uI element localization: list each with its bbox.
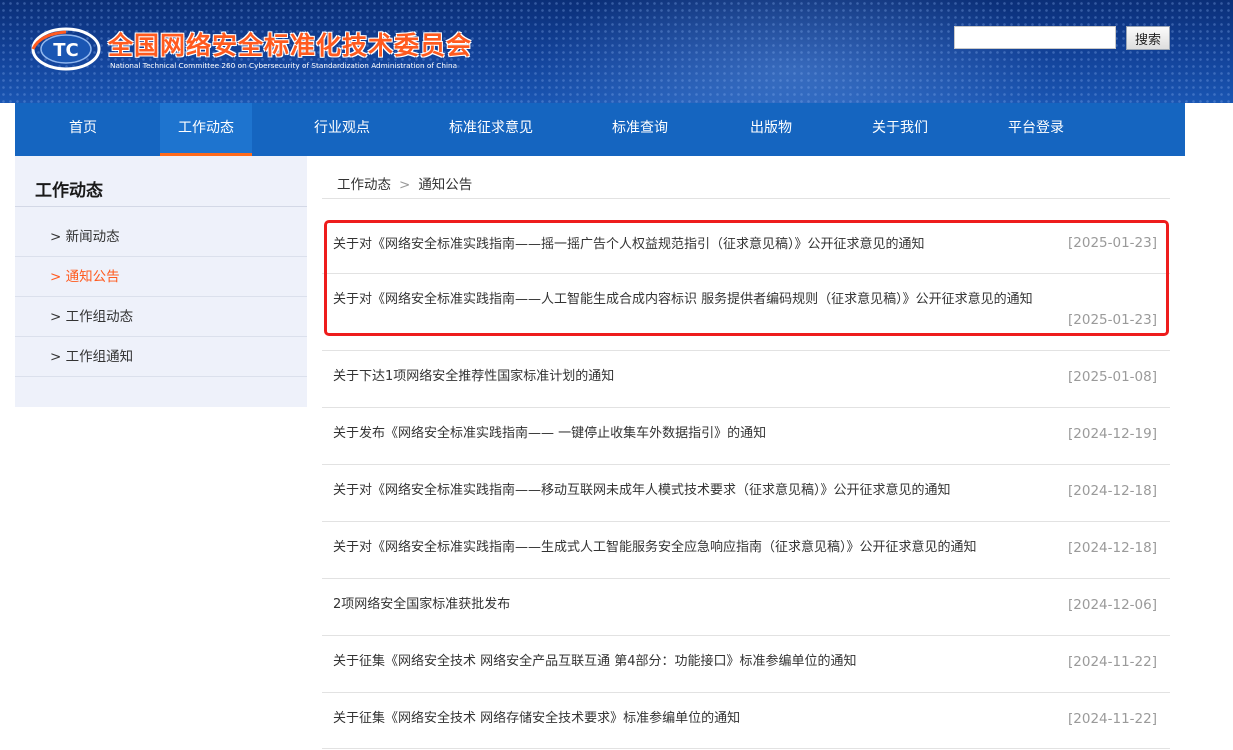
notice-title[interactable]: 关于下达1项网络安全推荐性国家标准计划的通知 [333,365,614,384]
list-item[interactable]: 关于对《网络安全标准实践指南——移动互联网未成年人模式技术要求（征求意见稿）》公… [322,465,1170,522]
sidebar-item-working-group-notices[interactable]: > 工作组通知 [15,337,307,377]
notice-date: [2024-12-18] [1068,483,1157,499]
sidebar-item-working-group-updates[interactable]: > 工作组动态 [15,297,307,337]
notice-date: [2025-01-08] [1068,369,1157,385]
nav-item-platform-login[interactable]: 平台登录 [990,103,1082,156]
notice-title[interactable]: 关于对《网络安全标准实践指南——生成式人工智能服务安全应急响应指南（征求意见稿）… [333,536,977,555]
tc-logo-icon[interactable]: TC [30,26,102,72]
notice-date: [2024-12-06] [1068,597,1157,613]
sidebar-item-news[interactable]: > 新闻动态 [15,217,307,257]
main-nav: 首页 工作动态 行业观点 标准征求意见 标准查询 出版物 关于我们 平台登录 [15,103,1185,156]
notice-date: [2024-12-19] [1068,426,1157,442]
sidebar-divider [15,206,307,207]
notice-date: [2024-11-22] [1068,711,1157,727]
nav-item-publications[interactable]: 出版物 [733,103,809,156]
notice-title[interactable]: 关于对《网络安全标准实践指南——移动互联网未成年人模式技术要求（征求意见稿）》公… [333,479,951,498]
notice-date: [2025-01-23] [1068,312,1157,328]
nav-item-standard-comments[interactable]: 标准征求意见 [432,103,550,156]
list-item[interactable]: 关于对《网络安全标准实践指南——摇一摇广告个人权益规范指引（征求意见稿）》公开征… [322,217,1170,274]
search-button[interactable]: 搜索 [1126,26,1170,50]
search-input[interactable] [954,26,1116,49]
list-item[interactable]: 关于征集《网络安全技术 网络安全产品互联互通 第4部分：功能接口》标准参编单位的… [322,636,1170,693]
list-item[interactable]: 关于对《网络安全标准实践指南——生成式人工智能服务安全应急响应指南（征求意见稿）… [322,522,1170,579]
list-item[interactable]: 关于下达1项网络安全推荐性国家标准计划的通知 [2025-01-08] [322,351,1170,408]
nav-item-industry-views[interactable]: 行业观点 [297,103,387,156]
breadcrumb-item-work-updates[interactable]: 工作动态 [337,177,391,193]
site-header: TC 全国网络安全标准化技术委员会 National Technical Com… [0,0,1233,103]
notice-title[interactable]: 关于对《网络安全标准实践指南——摇一摇广告个人权益规范指引（征求意见稿）》公开征… [333,233,925,252]
sidebar: 工作动态 > 新闻动态 > 通知公告 > 工作组动态 > 工作组通知 [15,156,307,407]
sidebar-title: 工作动态 [35,181,103,201]
site-title[interactable]: 全国网络安全标准化技术委员会 [108,26,472,62]
nav-item-home[interactable]: 首页 [43,103,123,156]
breadcrumb-separator: > [399,177,411,193]
notice-title[interactable]: 关于对《网络安全标准实践指南——人工智能生成合成内容标识 服务提供者编码规则（征… [333,288,1033,307]
notice-date: [2024-12-18] [1068,540,1157,556]
notice-date: [2024-11-22] [1068,654,1157,670]
notice-date: [2025-01-23] [1068,235,1157,251]
list-item[interactable]: 关于发布《网络安全标准实践指南—— 一键停止收集车外数据指引》的通知 [2024… [322,408,1170,465]
header-background-glow [533,0,1053,103]
sidebar-item-notices[interactable]: > 通知公告 [15,257,307,297]
nav-item-about-us[interactable]: 关于我们 [855,103,945,156]
list-item[interactable]: 2项网络安全国家标准获批发布 [2024-12-06] [322,579,1170,636]
notice-title[interactable]: 关于征集《网络安全技术 网络安全产品互联互通 第4部分：功能接口》标准参编单位的… [333,650,857,669]
nav-item-standard-search[interactable]: 标准查询 [595,103,685,156]
list-item[interactable]: 关于对《网络安全标准实践指南——人工智能生成合成内容标识 服务提供者编码规则（征… [322,274,1170,351]
breadcrumb: 工作动态 > 通知公告 [337,173,472,193]
notice-title[interactable]: 2项网络安全国家标准获批发布 [333,593,510,612]
notice-title[interactable]: 关于征集《网络安全技术 网络存储安全技术要求》标准参编单位的通知 [333,707,740,726]
notice-title[interactable]: 关于发布《网络安全标准实践指南—— 一键停止收集车外数据指引》的通知 [333,422,766,441]
breadcrumb-divider [322,198,1170,199]
breadcrumb-item-notices[interactable]: 通知公告 [418,177,472,193]
nav-item-work-updates[interactable]: 工作动态 [160,103,252,156]
logo-text: TC [53,40,79,61]
list-item[interactable]: 关于征集《网络安全技术 网络存储安全技术要求》标准参编单位的通知 [2024-1… [322,693,1170,749]
site-subtitle: National Technical Committee 260 on Cybe… [110,61,458,70]
